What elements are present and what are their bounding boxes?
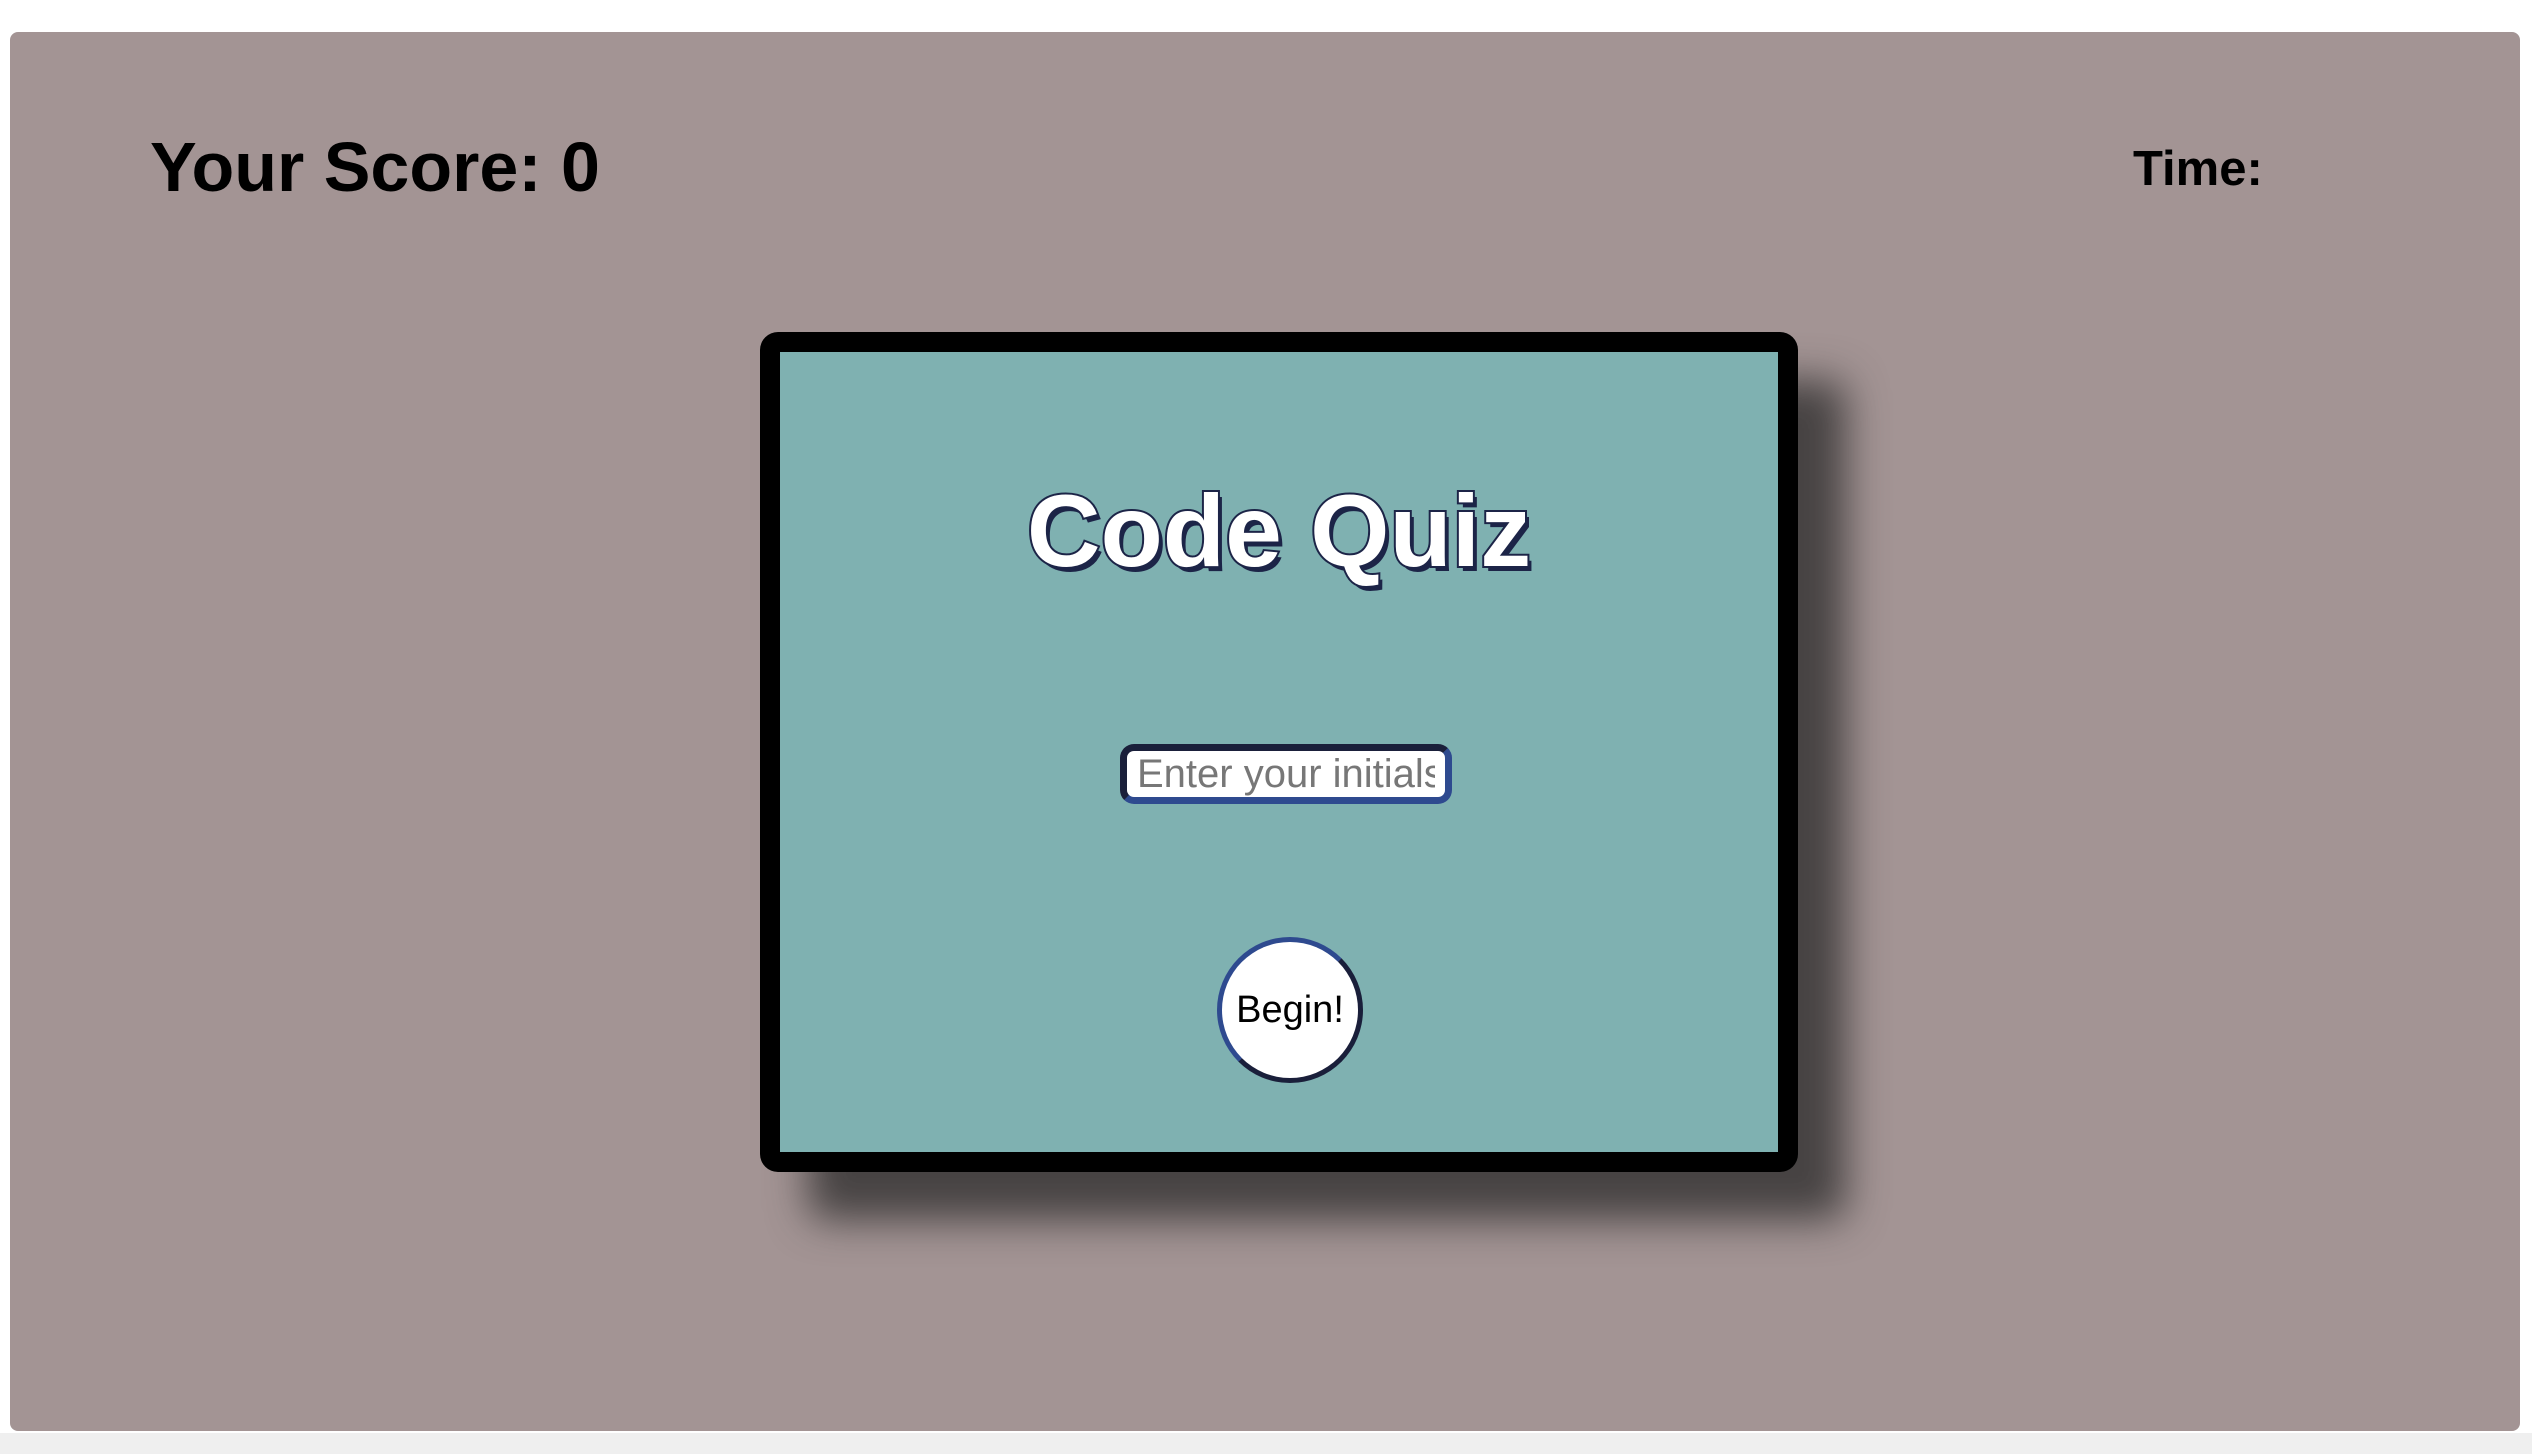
score-display: Your Score: 0: [150, 128, 600, 206]
begin-button[interactable]: Begin!: [1217, 937, 1363, 1083]
quiz-title: Code Quiz: [1025, 474, 1533, 588]
page-background: Your Score: 0 Time: Code Quiz Begin!: [10, 32, 2520, 1431]
quiz-card: Code Quiz Begin!: [760, 332, 1798, 1172]
initials-input[interactable]: [1120, 744, 1452, 804]
timer-display: Time:: [2133, 142, 2263, 196]
window-bottom-edge: [0, 1433, 2532, 1454]
